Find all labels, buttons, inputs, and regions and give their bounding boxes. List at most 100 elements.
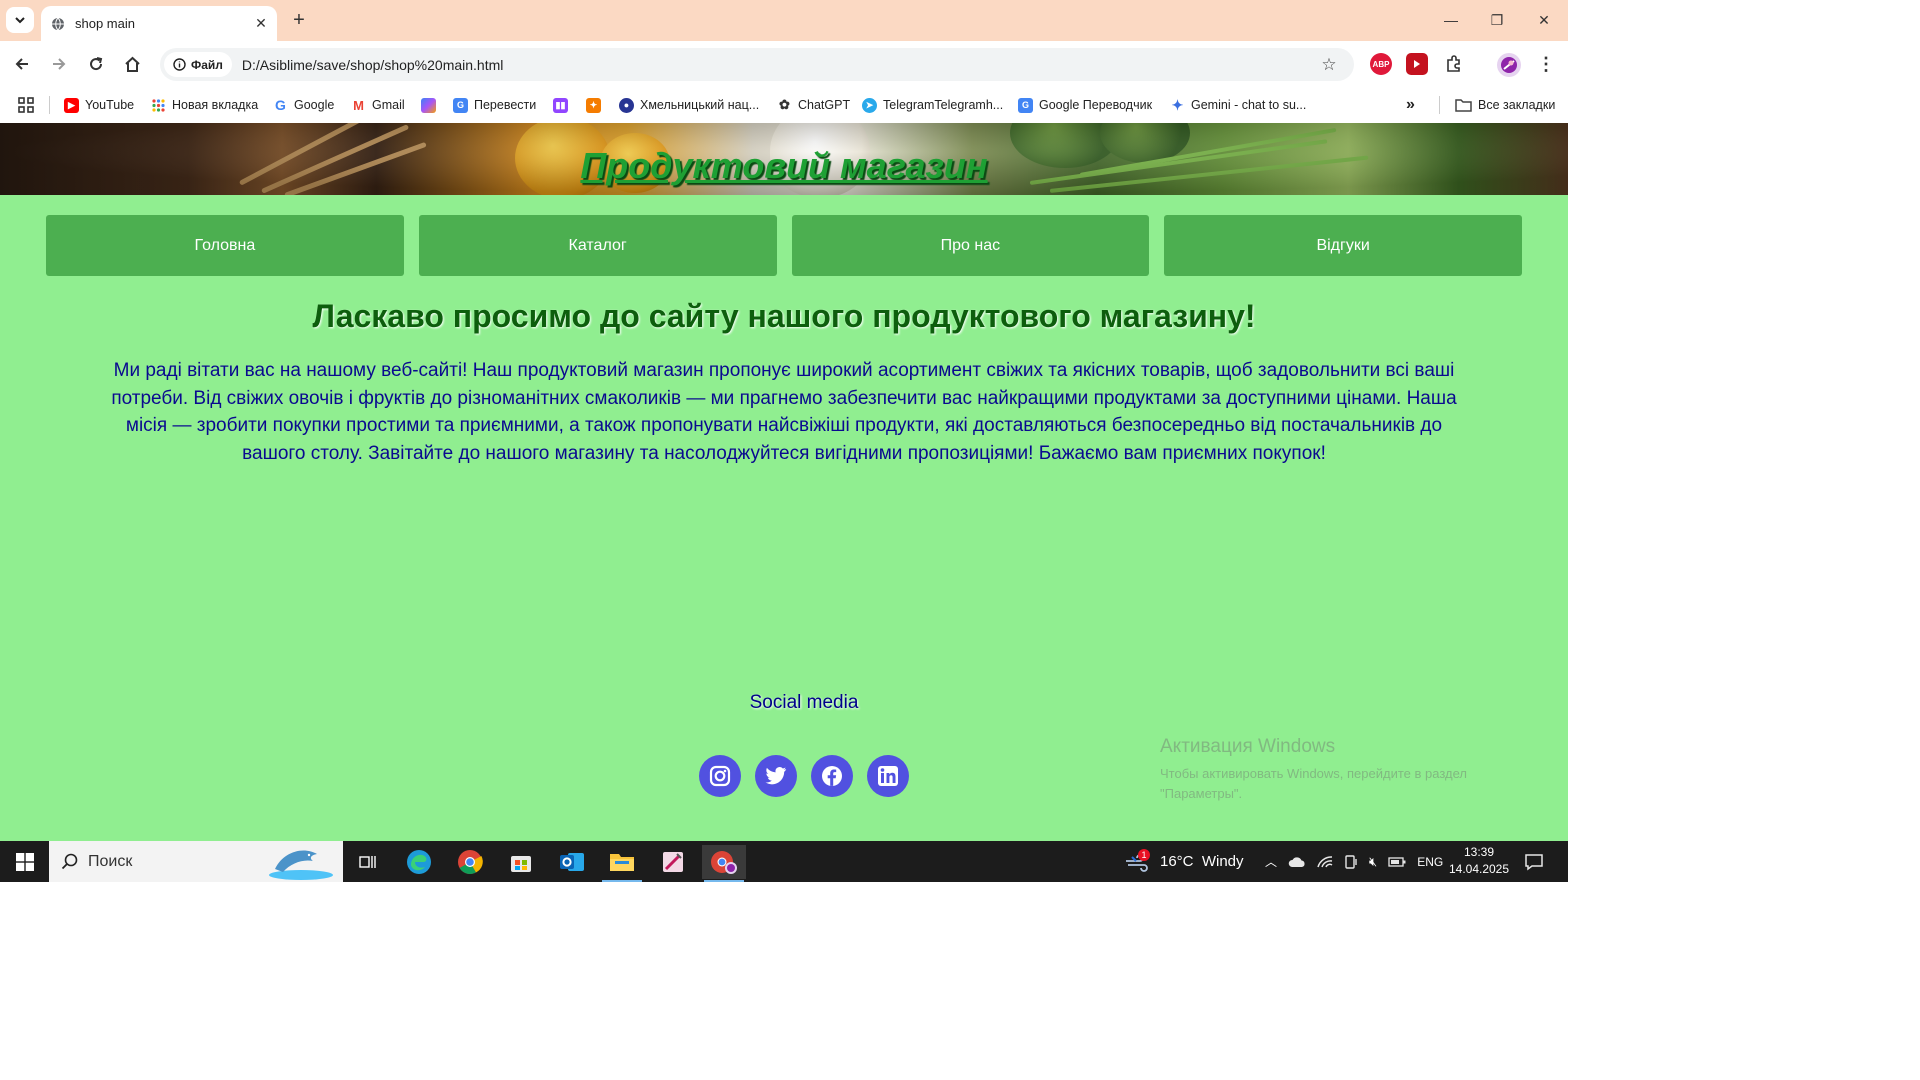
- chatgpt-icon: ✿: [779, 97, 790, 112]
- bookmark-chatgpt[interactable]: ✿ ChatGPT: [777, 94, 850, 116]
- menu-about-button[interactable]: Про нас: [791, 215, 1150, 276]
- google-translate-icon: G: [1018, 97, 1033, 113]
- input-language[interactable]: ENG: [1417, 855, 1443, 869]
- bookmark-translate[interactable]: G Перевести: [453, 94, 536, 116]
- facebook-icon: [822, 766, 842, 786]
- windows-logo-icon: [15, 852, 34, 871]
- intro-paragraph: Ми раді вітати вас на нашому веб-сайті! …: [111, 360, 1457, 464]
- new-tab-button[interactable]: +: [287, 8, 311, 32]
- notifications-button[interactable]: [1524, 841, 1544, 882]
- browser-menu-button[interactable]: ⋮: [1533, 51, 1559, 77]
- main-menu: Головна Каталог Про нас Відгуки: [46, 215, 1522, 276]
- bookmark-gmail[interactable]: M Gmail: [351, 94, 405, 116]
- system-tray: ︿ 🔇︎ ENG: [1265, 841, 1443, 882]
- speaker-muted-icon[interactable]: 🔇︎: [1369, 854, 1377, 870]
- taskbar-paint[interactable]: [651, 845, 695, 879]
- taskbar-store[interactable]: [499, 845, 543, 879]
- dolphin-illustration-icon: [269, 849, 333, 880]
- task-view-button[interactable]: [346, 845, 390, 879]
- bookmark-university[interactable]: ● Хмельницький нац...: [619, 94, 759, 116]
- reload-button[interactable]: [83, 51, 109, 77]
- phone-link-icon[interactable]: [1344, 854, 1358, 869]
- bookmark-telegram[interactable]: ➤ TelegramTelegramh...: [862, 94, 1003, 116]
- twitch-icon: ▮▮: [553, 97, 568, 113]
- bookmark-label: Перевести: [474, 98, 537, 112]
- more-bookmarks-chevron-icon[interactable]: »: [1406, 94, 1415, 116]
- wifi-icon[interactable]: [1317, 855, 1333, 869]
- taskbar-outlook[interactable]: [550, 845, 594, 879]
- tab-shop-main[interactable]: shop main ✕: [41, 6, 277, 41]
- adblock-extension-icon[interactable]: ABP: [1370, 53, 1392, 75]
- video-extension-icon[interactable]: [1406, 53, 1428, 75]
- url-text[interactable]: D:/Asiblime/save/shop/shop%20main.html: [242, 57, 1316, 73]
- chevron-up-icon[interactable]: ︿: [1265, 853, 1277, 870]
- twitter-icon: [765, 767, 787, 785]
- taskbar-file-explorer[interactable]: [600, 845, 644, 882]
- bookmark-new-tab[interactable]: Новая вкладка: [151, 94, 258, 116]
- gamepad-icon: ✦: [586, 97, 601, 113]
- bookmark-label: TelegramTelegramh...: [883, 98, 1004, 112]
- menu-catalog-button[interactable]: Каталог: [418, 215, 777, 276]
- social-links: [699, 755, 909, 797]
- instagram-link[interactable]: [699, 755, 741, 797]
- clock-time: 13:39: [1463, 845, 1495, 859]
- bookmarks-divider: [1439, 96, 1440, 114]
- extensions-puzzle-icon[interactable]: [1443, 53, 1465, 75]
- bookmark-star-icon[interactable]: ☆: [1316, 52, 1342, 78]
- battery-icon[interactable]: [1388, 856, 1406, 867]
- bookmark-label: Gemini - chat to su...: [1191, 98, 1307, 112]
- taskbar-search-box[interactable]: Поиск: [49, 841, 343, 882]
- bookmark-label: YouTube: [85, 98, 135, 112]
- back-button[interactable]: [9, 51, 35, 77]
- start-button[interactable]: [0, 841, 49, 882]
- bookmark-google[interactable]: G Google: [273, 94, 334, 116]
- linkedin-icon: [878, 766, 898, 786]
- profile-avatar[interactable]: [1497, 53, 1521, 77]
- taskbar-edge[interactable]: [397, 845, 441, 879]
- linkedin-link[interactable]: [867, 755, 909, 797]
- vegetables-banner: Продуктовий магазин: [0, 123, 1568, 195]
- twitter-link[interactable]: [755, 755, 797, 797]
- home-button[interactable]: [119, 51, 145, 77]
- restore-button[interactable]: ❐: [1484, 8, 1510, 32]
- onedrive-cloud-icon[interactable]: [1288, 856, 1306, 868]
- all-bookmarks-label: Все закладки: [1478, 98, 1556, 112]
- taskbar-chrome[interactable]: [448, 845, 492, 879]
- all-bookmarks-button[interactable]: Все закладки: [1455, 94, 1555, 116]
- weather-text: 16°C Windy: [1160, 853, 1244, 870]
- menu-home-button[interactable]: Головна: [46, 215, 404, 276]
- bookmarks-divider: [49, 96, 50, 114]
- copilot-icon: [421, 97, 436, 113]
- arrow-left-icon: [15, 58, 28, 70]
- facebook-link[interactable]: [811, 755, 853, 797]
- clock-date: 14.04.2025: [1448, 862, 1510, 876]
- edge-icon: [407, 850, 431, 874]
- globe-icon: [52, 17, 64, 30]
- site-info-chip[interactable]: Файл: [164, 52, 232, 77]
- bookmark-gemini[interactable]: ✦ Gemini - chat to su...: [1170, 94, 1307, 116]
- apps-grid-icon: [151, 98, 166, 113]
- info-icon: [173, 58, 186, 71]
- windows-taskbar: Поиск 1 16°C Windy ︿ 🔇︎ ENG 13:39 14.04.…: [0, 841, 1568, 882]
- menu-reviews-button[interactable]: Відгуки: [1164, 215, 1522, 276]
- windows-activation-watermark: Активация Windows Чтобы активировать Win…: [1160, 736, 1467, 804]
- bookmark-game[interactable]: ✦: [586, 94, 601, 116]
- close-window-button[interactable]: ✕: [1531, 8, 1557, 32]
- tab-search-button[interactable]: [6, 7, 34, 33]
- close-tab-icon[interactable]: ✕: [249, 12, 273, 36]
- bookmark-twitch[interactable]: ▮▮: [553, 94, 568, 116]
- taskbar-clock[interactable]: 13:39 14.04.2025: [1446, 844, 1512, 878]
- bookmark-label: ChatGPT: [798, 98, 851, 112]
- taskbar-chrome-profile[interactable]: [702, 845, 746, 882]
- bookmark-google-translate[interactable]: G Google Переводчик: [1018, 94, 1152, 116]
- welcome-heading: Ласкаво просимо до сайту нашого продукто…: [312, 298, 1256, 334]
- weather-widget[interactable]: 1 16°C Windy: [1124, 841, 1244, 882]
- bookmark-copilot[interactable]: [421, 94, 436, 116]
- minimize-button[interactable]: —: [1438, 8, 1464, 32]
- forward-button[interactable]: [46, 51, 72, 77]
- apps-button[interactable]: [18, 94, 34, 116]
- bookmark-youtube[interactable]: ▶ YouTube: [64, 94, 134, 116]
- shop-title-link[interactable]: Продуктовий магазин: [0, 145, 1568, 187]
- chrome-icon: [458, 850, 483, 875]
- address-bar[interactable]: Файл D:/Asiblime/save/shop/shop%20main.h…: [160, 48, 1354, 81]
